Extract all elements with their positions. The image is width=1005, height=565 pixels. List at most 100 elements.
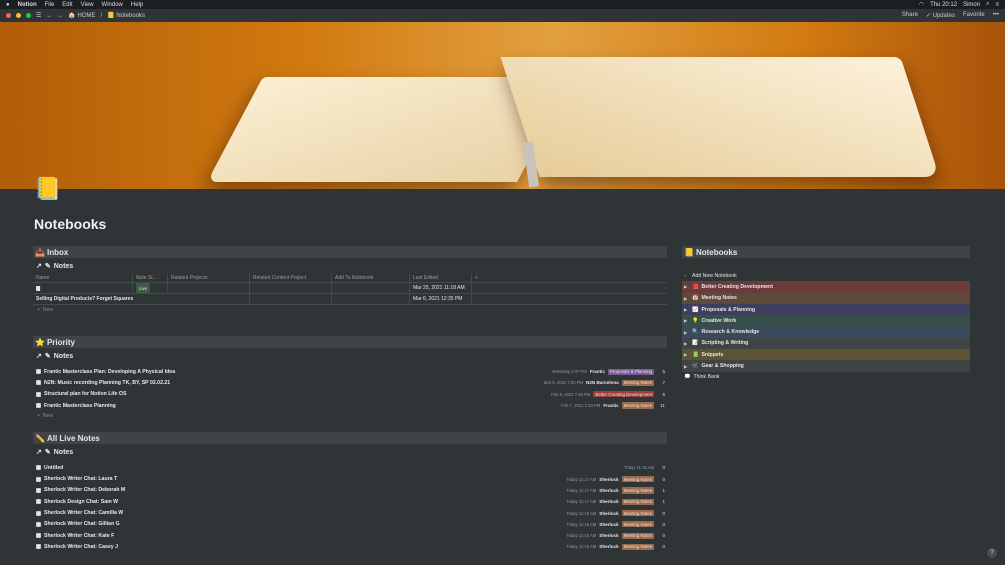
note-title[interactable]: Untitled: [44, 465, 63, 471]
wifi-icon[interactable]: ◠: [919, 1, 924, 8]
related-projects-cell[interactable]: [168, 283, 250, 293]
related-project[interactable]: Sherlock: [599, 477, 618, 482]
list-item[interactable]: Structural plan for Notion Life OS Feb 8,…: [33, 389, 667, 400]
add-to-notebook-cell[interactable]: [332, 283, 410, 293]
row-name-cell[interactable]: [33, 283, 133, 293]
clock[interactable]: Thu 20:12: [930, 2, 957, 8]
related-project[interactable]: Sherlock: [599, 511, 618, 516]
updates-button[interactable]: ✓ Updates: [926, 12, 955, 19]
search-icon[interactable]: ⌕: [986, 1, 989, 8]
minimize-window-button[interactable]: [16, 13, 21, 18]
apple-icon[interactable]: ●: [6, 2, 10, 8]
all-live-view-title[interactable]: ↗ ✎ Notes: [33, 446, 667, 458]
breadcrumb-page[interactable]: 📒 Notebooks: [107, 12, 145, 19]
note-title[interactable]: Sherlock Writer Chat: Kate F: [44, 533, 114, 539]
note-title[interactable]: Sherlock Writer Chat: Camilla W: [44, 510, 123, 516]
note-title[interactable]: Frantic Masterclass Planning: [44, 403, 116, 409]
add-column-icon[interactable]: +: [472, 274, 482, 282]
notebook-tag[interactable]: Meeting Notes: [621, 543, 654, 550]
note-title[interactable]: Sherlock Writer Chat: Gillian G: [44, 521, 120, 527]
notebook-toggle-item[interactable]: ▶ 📕 Better Creating Development: [682, 281, 970, 293]
zoom-window-button[interactable]: [26, 13, 31, 18]
related-project[interactable]: Sherlock: [599, 522, 618, 527]
priority-view-title[interactable]: ↗ ✎ Notes: [33, 350, 667, 362]
think-bank-item[interactable]: 💭 Think Bank: [682, 372, 970, 383]
notebook-toggle-item[interactable]: ▶ 🛒 Gear & Shopping: [682, 360, 970, 372]
related-content-cell[interactable]: [250, 294, 332, 304]
related-project[interactable]: Sherlock: [599, 499, 618, 504]
toggle-triangle-icon[interactable]: ▶: [684, 318, 689, 323]
inbox-view-title[interactable]: ↗ ✎ Notes: [33, 260, 667, 272]
sidebar-toggle-icon[interactable]: ☰: [36, 12, 41, 19]
add-to-notebook-cell[interactable]: [332, 294, 410, 304]
column-header-related-content[interactable]: Related Content Project: [250, 274, 332, 282]
more-options-icon[interactable]: •••: [993, 12, 999, 19]
help-button[interactable]: ?: [987, 548, 997, 558]
list-item[interactable]: Sherlock Writer Chat: Gillian G Today 11:…: [33, 519, 667, 530]
menu-help[interactable]: Help: [131, 2, 143, 8]
toggle-triangle-icon[interactable]: ▶: [684, 284, 689, 289]
row-name-cell[interactable]: Selling Digital Products? Forget Squares: [33, 294, 168, 304]
notebook-tag[interactable]: Better Creating Development: [593, 391, 654, 398]
page-title[interactable]: Notebooks: [34, 216, 106, 232]
menu-file[interactable]: File: [45, 2, 55, 8]
toggle-triangle-icon[interactable]: ▶: [684, 341, 689, 346]
control-center-icon[interactable]: ≡: [995, 2, 999, 8]
list-item[interactable]: Sherlock Writer Chat: Deborah M Today 11:…: [33, 485, 667, 496]
list-item[interactable]: Sherlock Writer Chat: Kate F Today 11:16 …: [33, 530, 667, 541]
related-content-cell[interactable]: [250, 283, 332, 293]
favorite-button[interactable]: Favorite: [963, 12, 985, 19]
back-arrow-icon[interactable]: ←: [46, 13, 52, 19]
table-row[interactable]: Selling Digital Products? Forget Squares…: [33, 294, 667, 305]
notebook-tag[interactable]: Proposals & Planning: [608, 368, 654, 375]
note-title[interactable]: Sherlock Design Chat: Sam W: [44, 499, 118, 505]
related-project[interactable]: Sherlock: [599, 488, 618, 493]
menu-view[interactable]: View: [81, 2, 94, 8]
note-title[interactable]: Sherlock Writer Chat: Laura T: [44, 476, 117, 482]
notebook-toggle-item[interactable]: ▶ 📈 Proposals & Planning: [682, 303, 970, 316]
column-header-last-edited[interactable]: Last Edited: [410, 274, 472, 282]
notebook-toggle-item[interactable]: ▶ 📗 Snippets: [682, 349, 970, 361]
page-icon[interactable]: 📒: [34, 177, 61, 201]
status-cell[interactable]: Live: [133, 283, 168, 293]
note-title[interactable]: N2N: Music recording Planning TK, BY, SP…: [44, 380, 170, 386]
menu-edit[interactable]: Edit: [62, 2, 72, 8]
list-item[interactable]: Sherlock Writer Chat: Camilla W Today 11:…: [33, 507, 667, 518]
list-item[interactable]: N2N: Music recording Planning TK, BY, SP…: [33, 377, 667, 388]
notebook-tag[interactable]: Meeting Notes: [621, 379, 654, 387]
related-project[interactable]: Sherlock: [599, 544, 618, 549]
note-title[interactable]: Frantic Masterclass Plan: Developing A P…: [44, 369, 175, 375]
list-item[interactable]: Untitled Today 11:16 AM 0: [33, 462, 667, 473]
related-project[interactable]: N2N Barcelona: [586, 380, 619, 385]
note-title[interactable]: Structural plan for Notion Life OS: [44, 391, 126, 397]
column-header-add-to-notebook[interactable]: Add To Notebook: [332, 274, 410, 282]
menu-window[interactable]: Window: [102, 2, 123, 8]
breadcrumb-home[interactable]: 🏠 HOME: [68, 12, 95, 19]
related-project[interactable]: Frantic: [603, 403, 618, 408]
column-header-status[interactable]: Note St...: [133, 274, 168, 282]
app-menu[interactable]: Notion: [18, 2, 37, 8]
user-menu[interactable]: Simon: [963, 2, 980, 8]
notebook-toggle-item[interactable]: ▶ 🔍 Research & Knowledge: [682, 326, 970, 338]
add-new-notebook-button[interactable]: + Add New Notebook: [682, 270, 970, 281]
list-item[interactable]: Frantic Masterclass Planning Feb 7, 2021 …: [33, 400, 667, 411]
notebook-toggle-item[interactable]: ▶ 📅 Meeting Notes: [682, 292, 970, 304]
close-window-button[interactable]: [6, 13, 11, 18]
note-title[interactable]: Sherlock Writer Chat: Deborah M: [44, 487, 125, 493]
notebook-toggle-item[interactable]: ▶ 📝 Scripting & Writing: [682, 337, 970, 350]
table-row[interactable]: Live Mar 25, 2021 11:18 AM: [33, 283, 667, 294]
notebook-tag[interactable]: Meeting Notes: [621, 487, 654, 494]
notebook-tag[interactable]: Meeting Notes: [621, 509, 654, 517]
notebook-tag[interactable]: Meeting Notes: [621, 521, 654, 528]
toggle-triangle-icon[interactable]: ▶: [684, 364, 689, 369]
toggle-triangle-icon[interactable]: ▶: [684, 352, 689, 357]
notebook-tag[interactable]: Meeting Notes: [621, 402, 654, 409]
priority-new-button[interactable]: + New: [33, 411, 667, 420]
share-button[interactable]: Share: [902, 12, 918, 19]
inbox-new-button[interactable]: + New: [33, 305, 667, 314]
related-projects-cell[interactable]: [168, 294, 250, 304]
toggle-triangle-icon[interactable]: ▶: [684, 296, 689, 301]
toggle-triangle-icon[interactable]: ▶: [684, 307, 689, 312]
notebook-toggle-item[interactable]: ▶ 💡 Creative Work: [682, 315, 970, 327]
forward-arrow-icon[interactable]: →: [57, 13, 63, 19]
